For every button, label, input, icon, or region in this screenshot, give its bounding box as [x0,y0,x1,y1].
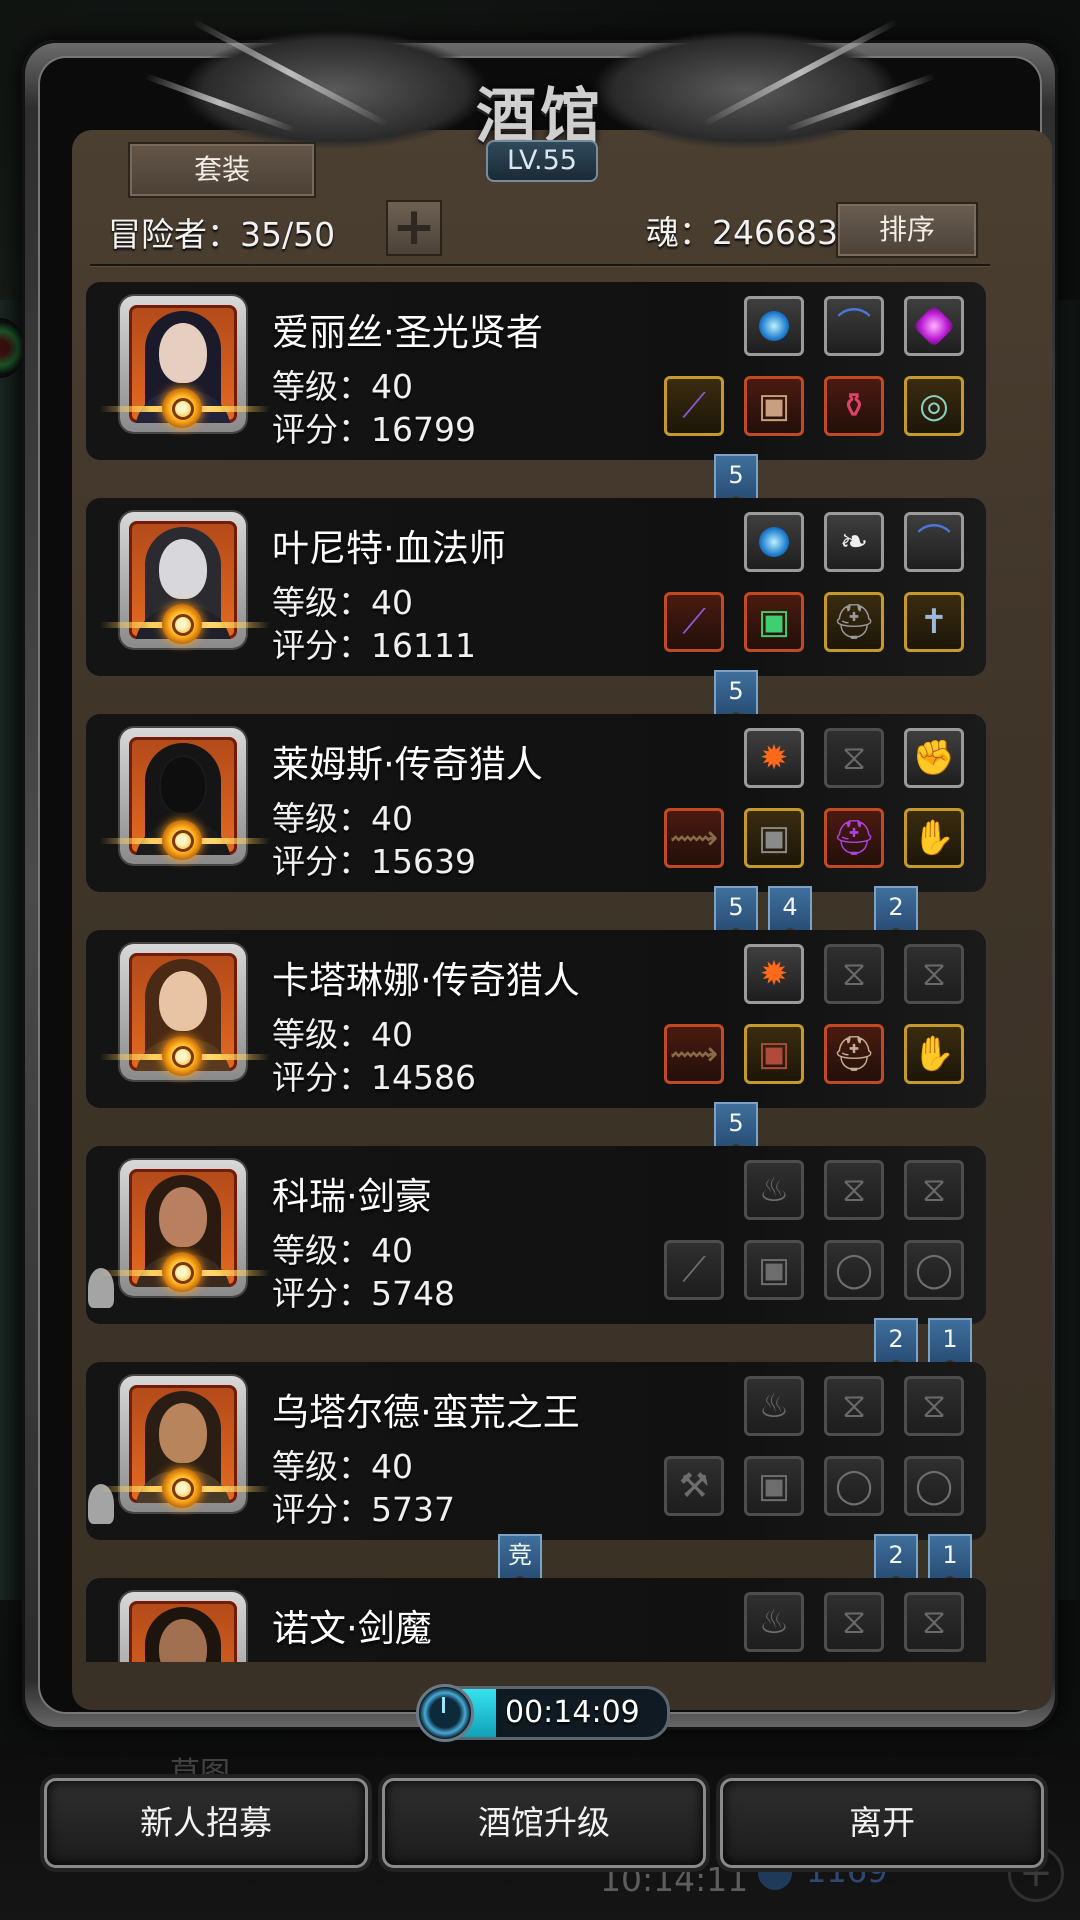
gauntlet-icon[interactable]: ✊ [904,728,964,788]
sort-button[interactable]: 排序 [836,202,978,258]
empty-slot-icon[interactable]: ⧖ [824,1592,884,1652]
bow-icon[interactable]: ⌒ [904,512,964,572]
hero-card[interactable]: 叶尼特·血法师 等级：40 评分：16111 ❧ ⌒ ⟋ ▣ ⛑ ✝ [86,498,986,676]
helmet-icon[interactable]: ⛑ [824,592,884,652]
flame-outline-icon[interactable]: ♨ [744,1160,804,1220]
wing-icon[interactable]: ❧ [824,512,884,572]
tavern-level-badge: LV.55 [486,140,598,182]
adventurer-count: 冒险者：35/50 [108,215,336,254]
fire-icon[interactable]: ✹ [744,728,804,788]
hero-list[interactable]: 爱丽丝·圣光贤者 等级：40 评分：16799 ⌒ ⟋ ▣ ⚱ ◎ 5 叶尼特·… [86,282,996,1662]
hero-portrait [120,1592,246,1662]
flame-outline-icon[interactable]: ♨ [744,1376,804,1436]
hero-score: 评分：14586 [272,1058,476,1097]
rank-emblem-icon [100,1252,270,1292]
hero-card[interactable]: 爱丽丝·圣光贤者 等级：40 评分：16799 ⌒ ⟋ ▣ ⚱ ◎ [86,282,986,460]
soul-count: 魂：246683 [646,213,838,252]
ring-outline-icon[interactable]: ◯ [824,1456,884,1516]
leave-button[interactable]: 离开 [720,1778,1044,1868]
hero-name: 莱姆斯·传奇猎人 [272,743,543,786]
hero-name: 叶尼特·血法师 [272,527,506,570]
empty-slot-icon[interactable]: ⧖ [824,728,884,788]
staff-icon[interactable]: ⟋ [664,592,724,652]
hero-card[interactable]: 诺文·剑魔 ♨ ⧖ ⧖ [86,1578,986,1662]
blue-orb-icon[interactable] [744,296,804,356]
divider [90,264,990,266]
hero-score: 评分：5748 [272,1274,455,1313]
sword-outline-icon[interactable]: ⟋ [664,1240,724,1300]
hero-name: 乌塔尔德·蛮荒之王 [272,1391,580,1434]
hero-name: 爱丽丝·圣光贤者 [272,311,543,354]
hero-score: 评分：16799 [272,410,476,449]
hero-level: 等级：40 [272,583,413,622]
hero-level: 等级：40 [272,367,413,406]
empty-slot-icon[interactable]: ⧖ [904,1160,964,1220]
recruit-button[interactable]: 新人招募 [44,1778,368,1868]
hero-score: 评分：5737 [272,1490,455,1529]
timer-text: 00:14:09 [505,1695,640,1730]
hero-score: 评分：16111 [272,626,476,665]
ring-icon[interactable]: ◎ [904,376,964,436]
armor-icon[interactable]: ▣ [744,376,804,436]
armor-outline-icon[interactable]: ▣ [744,1240,804,1300]
helmet-icon[interactable]: ⛑ [824,808,884,868]
empty-slot-icon[interactable]: ⧖ [904,1592,964,1652]
ring-outline-icon[interactable]: ◯ [904,1240,964,1300]
hero-level: 等级：40 [272,1447,413,1486]
armor-outline-icon[interactable]: ▣ [744,1456,804,1516]
ring-outline-icon[interactable]: ◯ [824,1240,884,1300]
empty-slot-icon[interactable]: ⧖ [904,944,964,1004]
flame-outline-icon[interactable]: ♨ [744,1592,804,1652]
bow-icon[interactable]: ⌒ [824,296,884,356]
purple-gem-icon[interactable] [904,296,964,356]
hero-card[interactable]: 乌塔尔德·蛮荒之王 等级：40 评分：5737 ♨ ⧖ ⧖ ⚒ ▣ ◯ ◯ [86,1362,986,1540]
ring-outline-icon[interactable]: ◯ [904,1456,964,1516]
helmet-icon[interactable]: ⛑ [824,1024,884,1084]
crossbow-icon[interactable]: ⟿ [664,1024,724,1084]
empty-slot-icon[interactable]: ⧖ [824,1160,884,1220]
hero-level: 等级：40 [272,799,413,838]
glove-icon[interactable]: ✋ [904,808,964,868]
amulet-icon[interactable]: ✝ [904,592,964,652]
armor-icon[interactable]: ▣ [744,1024,804,1084]
hero-score: 评分：15639 [272,842,476,881]
hero-name: 科瑞·剑豪 [272,1175,432,1218]
set-button[interactable]: 套装 [128,142,316,198]
bracer-icon[interactable]: ✋ [904,1024,964,1084]
fire-icon[interactable]: ✹ [744,944,804,1004]
empty-slot-icon[interactable]: ⧖ [904,1376,964,1436]
crossbow-icon[interactable]: ⟿ [664,808,724,868]
axe-outline-icon[interactable]: ⚒ [664,1456,724,1516]
tavern-upgrade-button[interactable]: 酒馆升级 [382,1778,706,1868]
rank-emblem-icon [100,1468,270,1508]
clock-icon [416,1684,474,1742]
empty-slot-icon[interactable]: ⧖ [824,1376,884,1436]
hero-name: 诺文·剑魔 [272,1607,432,1650]
hero-name: 卡塔琳娜·传奇猎人 [272,959,580,1002]
blue-orb-icon[interactable] [744,512,804,572]
armor-icon[interactable]: ▣ [744,592,804,652]
hero-level: 等级：40 [272,1231,413,1270]
hero-card[interactable]: 莱姆斯·传奇猎人 等级：40 评分：15639 ✹ ⧖ ✊ ⟿ ▣ ⛑ ✋ [86,714,986,892]
add-adventurer-button[interactable]: + [386,200,442,256]
rank-emblem-icon [100,604,270,644]
hero-level: 等级：40 [272,1015,413,1054]
hero-card[interactable]: 卡塔琳娜·传奇猎人 等级：40 评分：14586 ✹ ⧖ ⧖ ⟿ ▣ ⛑ ✋ [86,930,986,1108]
potion-icon[interactable]: ⚱ [824,376,884,436]
empty-slot-icon[interactable]: ⧖ [824,944,884,1004]
rank-emblem-icon [100,388,270,428]
rank-emblem-icon [100,1036,270,1076]
armor-icon[interactable]: ▣ [744,808,804,868]
rank-emblem-icon [100,820,270,860]
staff-icon[interactable]: ⟋ [664,376,724,436]
hero-card[interactable]: 科瑞·剑豪 等级：40 评分：5748 ♨ ⧖ ⧖ ⟋ ▣ ◯ ◯ [86,1146,986,1324]
